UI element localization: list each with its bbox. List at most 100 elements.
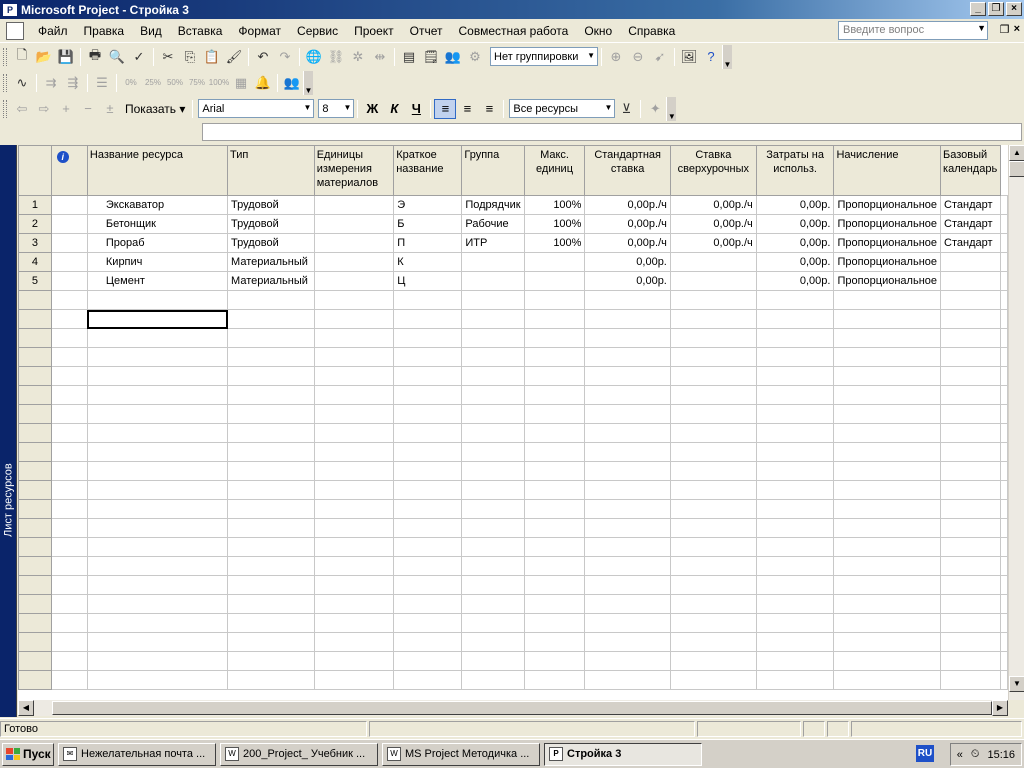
cell-initials[interactable] bbox=[393, 461, 463, 481]
cell-name[interactable] bbox=[86, 347, 229, 367]
cell-accrue[interactable]: Пропорциональное bbox=[833, 195, 942, 215]
table-row[interactable] bbox=[18, 366, 1008, 386]
menu-window[interactable]: Окно bbox=[576, 21, 620, 41]
cell-cost_use[interactable] bbox=[755, 480, 835, 500]
percent-75-button[interactable]: 75% bbox=[186, 73, 208, 93]
cell-units[interactable] bbox=[313, 309, 395, 329]
cell-initials[interactable]: Б bbox=[393, 214, 463, 234]
cell-std_rate[interactable] bbox=[584, 366, 671, 386]
column-header-initials[interactable]: Краткое название bbox=[393, 145, 463, 196]
cell-cost_use[interactable] bbox=[755, 594, 835, 614]
add-progress-line-icon[interactable]: ☰ bbox=[91, 73, 113, 93]
cell-info[interactable] bbox=[50, 613, 88, 633]
cell-name[interactable] bbox=[86, 651, 229, 671]
row-number[interactable]: 3 bbox=[18, 233, 52, 253]
cut-icon[interactable]: ✂ bbox=[157, 47, 179, 67]
cell-cost_use[interactable]: 0,00р. bbox=[755, 252, 835, 272]
split-task-icon[interactable]: ⇹ bbox=[369, 47, 391, 67]
cell-calendar[interactable] bbox=[940, 347, 1001, 367]
cell-extra[interactable] bbox=[1000, 556, 1008, 576]
cell-std_rate[interactable] bbox=[584, 499, 671, 519]
row-number[interactable] bbox=[18, 518, 52, 538]
cell-type[interactable] bbox=[227, 328, 315, 348]
table-row[interactable] bbox=[18, 594, 1008, 614]
cell-group[interactable] bbox=[461, 252, 525, 272]
cell-max[interactable] bbox=[523, 366, 586, 386]
cell-calendar[interactable] bbox=[940, 366, 1001, 386]
copy-icon[interactable]: ⎘ bbox=[179, 47, 201, 67]
column-header-type[interactable]: Тип bbox=[227, 145, 315, 196]
cell-cost_use[interactable] bbox=[755, 670, 835, 690]
table-row[interactable] bbox=[18, 423, 1008, 443]
cell-accrue[interactable] bbox=[833, 347, 942, 367]
cell-cost_use[interactable] bbox=[755, 556, 835, 576]
cell-extra[interactable] bbox=[1000, 594, 1008, 614]
cell-type[interactable] bbox=[227, 499, 315, 519]
table-row[interactable] bbox=[18, 442, 1008, 462]
column-header-base-calendar[interactable]: Базовый календарь bbox=[940, 145, 1001, 196]
cell-extra[interactable] bbox=[1000, 613, 1008, 633]
goto-task-icon[interactable]: ➹ bbox=[649, 47, 671, 67]
cell-ovt_rate[interactable] bbox=[669, 594, 757, 614]
cell-calendar[interactable]: Стандарт bbox=[940, 233, 1001, 253]
cell-std_rate[interactable] bbox=[584, 461, 671, 481]
cell-ovt_rate[interactable] bbox=[669, 651, 757, 671]
cell-info[interactable] bbox=[50, 195, 88, 215]
doc-restore-icon[interactable]: ❐ bbox=[1000, 23, 1010, 36]
toolbar-options-icon[interactable]: ▼ bbox=[303, 70, 313, 95]
cell-std_rate[interactable] bbox=[584, 290, 671, 310]
restore-button[interactable]: ❐ bbox=[988, 2, 1004, 16]
cell-calendar[interactable] bbox=[940, 537, 1001, 557]
italic-button[interactable]: К bbox=[383, 99, 405, 119]
cell-accrue[interactable] bbox=[833, 670, 942, 690]
menu-tools[interactable]: Сервис bbox=[289, 21, 346, 41]
row-number[interactable] bbox=[18, 613, 52, 633]
language-indicator[interactable]: RU bbox=[916, 745, 934, 762]
cell-cost_use[interactable] bbox=[755, 518, 835, 538]
cell-initials[interactable]: К bbox=[393, 252, 463, 272]
cell-calendar[interactable]: Стандарт bbox=[940, 195, 1001, 215]
menu-help[interactable]: Справка bbox=[620, 21, 683, 41]
cell-type[interactable] bbox=[227, 594, 315, 614]
tray-expand-icon[interactable]: « bbox=[957, 749, 963, 761]
outline-icon[interactable]: ± bbox=[99, 99, 121, 119]
cell-units[interactable] bbox=[313, 290, 395, 310]
table-row[interactable] bbox=[18, 651, 1008, 671]
cell-cost_use[interactable] bbox=[755, 366, 835, 386]
clock[interactable]: 15:16 bbox=[987, 749, 1015, 761]
reschedule-work-icon[interactable]: ⇶ bbox=[62, 73, 84, 93]
row-number[interactable] bbox=[18, 499, 52, 519]
percent-50-button[interactable]: 50% bbox=[164, 73, 186, 93]
cell-name[interactable] bbox=[86, 518, 229, 538]
menu-file[interactable]: Файл bbox=[30, 21, 76, 41]
cell-info[interactable] bbox=[50, 518, 88, 538]
horizontal-scrollbar[interactable]: ◀ ▶ bbox=[18, 700, 1008, 716]
column-header-max-units[interactable]: Макс. единиц bbox=[523, 145, 586, 196]
arrow-right-icon[interactable]: ⇨ bbox=[33, 99, 55, 119]
cell-group[interactable] bbox=[461, 328, 525, 348]
cell-name[interactable] bbox=[86, 423, 229, 443]
cell-std_rate[interactable] bbox=[584, 480, 671, 500]
align-left-icon[interactable]: ≡ bbox=[434, 98, 457, 119]
row-number[interactable] bbox=[18, 480, 52, 500]
cell-units[interactable] bbox=[313, 347, 395, 367]
cell-group[interactable] bbox=[461, 404, 525, 424]
cell-group[interactable] bbox=[461, 442, 525, 462]
cell-ovt_rate[interactable] bbox=[669, 537, 757, 557]
cell-type[interactable] bbox=[227, 347, 315, 367]
cell-accrue[interactable] bbox=[833, 556, 942, 576]
cell-calendar[interactable] bbox=[940, 461, 1001, 481]
autofilter-icon[interactable]: ⊻ bbox=[615, 99, 637, 119]
table-row[interactable] bbox=[18, 385, 1008, 405]
cell-extra[interactable] bbox=[1000, 537, 1008, 557]
toolbar-grip[interactable] bbox=[3, 47, 7, 66]
cell-max[interactable] bbox=[523, 271, 586, 291]
cell-calendar[interactable] bbox=[940, 423, 1001, 443]
cell-cost_use[interactable]: 0,00р. bbox=[755, 271, 835, 291]
cell-accrue[interactable] bbox=[833, 480, 942, 500]
cell-ovt_rate[interactable] bbox=[669, 670, 757, 690]
table-row[interactable] bbox=[18, 480, 1008, 500]
cell-initials[interactable] bbox=[393, 480, 463, 500]
cell-initials[interactable] bbox=[393, 290, 463, 310]
cell-initials[interactable]: П bbox=[393, 233, 463, 253]
